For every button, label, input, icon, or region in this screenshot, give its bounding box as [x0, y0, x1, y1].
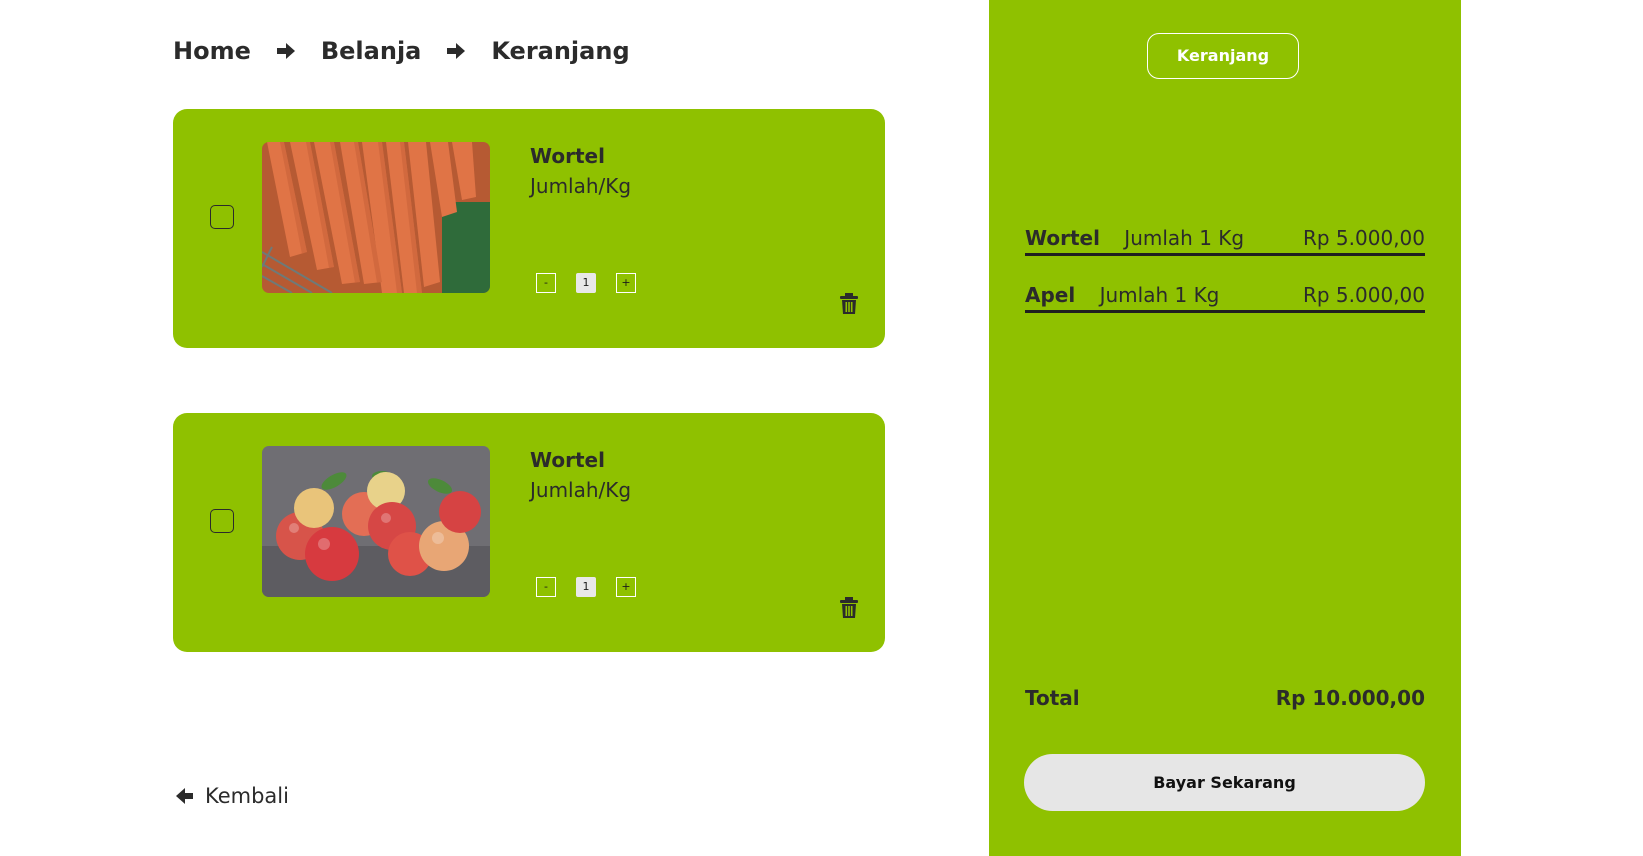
breadcrumb-belanja[interactable]: Belanja — [321, 37, 422, 65]
total-value: Rp 10.000,00 — [1275, 686, 1425, 710]
summary-item-name: Wortel — [1025, 226, 1100, 250]
product-unit: Jumlah/Kg — [530, 478, 632, 502]
breadcrumb: Home Belanja Keranjang — [173, 33, 630, 69]
cart-summary-panel: Keranjang Wortel Jumlah 1 Kg Rp 5.000,00… — [989, 0, 1461, 856]
summary-item-name: Apel — [1025, 283, 1076, 307]
quantity-stepper: - 1 + — [536, 577, 636, 597]
trash-icon[interactable] — [839, 597, 859, 619]
arrow-right-icon — [447, 43, 466, 59]
cart-item: Wortel Jumlah/Kg - 1 + — [173, 413, 885, 652]
product-name: Wortel — [530, 144, 605, 168]
product-name: Wortel — [530, 448, 605, 472]
total-label: Total — [1025, 686, 1080, 710]
summary-item-price: Rp 5.000,00 — [1302, 283, 1425, 307]
select-item-checkbox[interactable] — [210, 509, 234, 533]
product-image-apples — [262, 446, 490, 597]
cart-title-button[interactable]: Keranjang — [1147, 33, 1299, 79]
product-image-carrots — [262, 142, 490, 293]
summary-item-price: Rp 5.000,00 — [1302, 226, 1425, 250]
trash-icon[interactable] — [839, 293, 859, 315]
pay-now-button[interactable]: Bayar Sekarang — [1024, 754, 1425, 811]
arrow-right-icon — [276, 43, 295, 59]
cart-item: Wortel Jumlah/Kg - 1 + — [173, 109, 885, 348]
increase-quantity-button[interactable]: + — [616, 577, 636, 597]
quantity-stepper: - 1 + — [536, 273, 636, 293]
breadcrumb-keranjang[interactable]: Keranjang — [491, 37, 629, 65]
decrease-quantity-button[interactable]: - — [536, 273, 556, 293]
decrease-quantity-button[interactable]: - — [536, 577, 556, 597]
back-label: Kembali — [205, 784, 289, 808]
total-row: Total Rp 10.000,00 — [1025, 686, 1425, 710]
arrow-left-icon — [176, 788, 193, 804]
back-link[interactable]: Kembali — [175, 784, 289, 808]
summary-item-amount: Jumlah 1 Kg — [1124, 226, 1245, 250]
select-item-checkbox[interactable] — [210, 205, 234, 229]
quantity-value[interactable]: 1 — [576, 577, 596, 597]
increase-quantity-button[interactable]: + — [616, 273, 636, 293]
quantity-value[interactable]: 1 — [576, 273, 596, 293]
summary-item-amount: Jumlah 1 Kg — [1099, 283, 1220, 307]
cart-list: Wortel Jumlah/Kg - 1 + Wortel Jumlah/Kg … — [173, 109, 885, 717]
breadcrumb-home[interactable]: Home — [173, 37, 251, 65]
product-unit: Jumlah/Kg — [530, 174, 632, 198]
summary-row: Wortel Jumlah 1 Kg Rp 5.000,00 — [1025, 226, 1425, 256]
summary-row: Apel Jumlah 1 Kg Rp 5.000,00 — [1025, 283, 1425, 313]
